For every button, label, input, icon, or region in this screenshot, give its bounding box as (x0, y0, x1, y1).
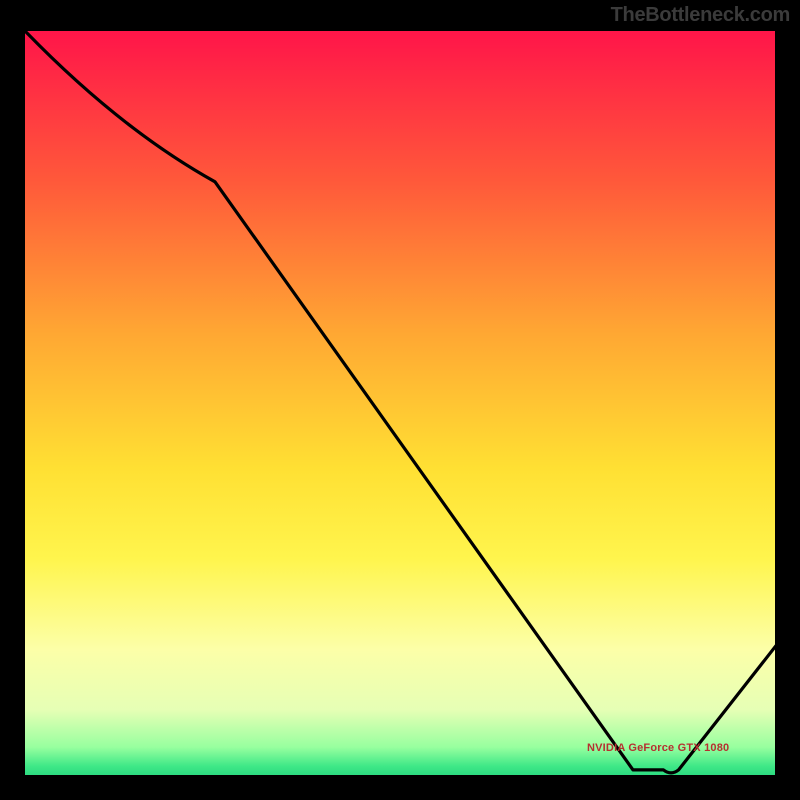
optimal-gpu-annotation: NVIDIA GeForce GTX 1080 (587, 742, 729, 754)
bottleneck-line (25, 31, 780, 780)
plot-frame: NVIDIA GeForce GTX 1080 (20, 26, 780, 780)
chart-stage: TheBottleneck.com NVIDIA GeForce GTX 108… (0, 0, 800, 800)
watermark-text: TheBottleneck.com (611, 4, 790, 27)
